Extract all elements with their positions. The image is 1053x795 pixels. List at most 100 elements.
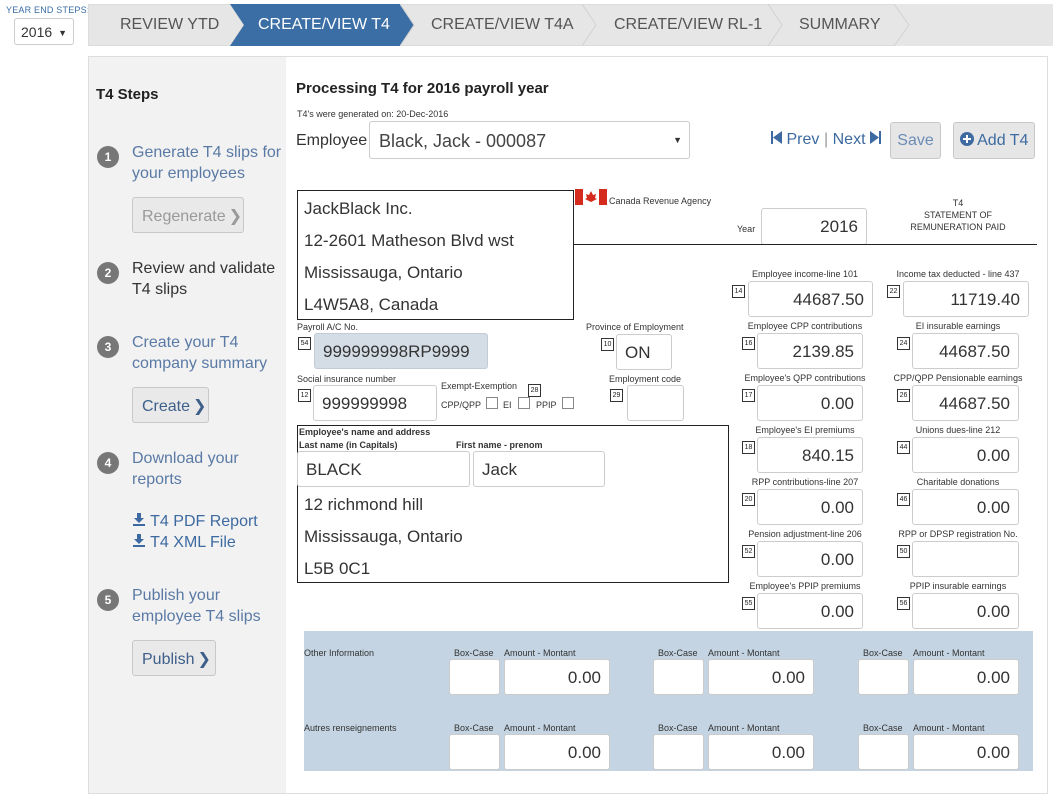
other-box-code-input[interactable] <box>858 659 909 695</box>
step-4-text[interactable]: Download your reports <box>132 448 282 490</box>
other-box-code-input[interactable] <box>449 659 500 695</box>
income-tax-field[interactable]: 11719.40 <box>903 281 1029 317</box>
sin-field[interactable]: 999999998 <box>313 385 437 421</box>
other-box-code-input[interactable] <box>449 734 500 770</box>
tab-summary[interactable]: SUMMARY <box>768 4 913 46</box>
ppip-insurable-field[interactable]: 0.00 <box>912 593 1019 629</box>
amount-label: Amount - Montant <box>504 648 576 658</box>
employee-select[interactable]: Black, Jack - 000087 ▼ <box>369 121 690 159</box>
box-case-label: Box-Case <box>454 648 494 658</box>
caret-down-icon: ▼ <box>58 28 67 38</box>
add-t4-button[interactable]: Add T4 <box>953 122 1035 159</box>
employee-address-line: Mississauga, Ontario <box>304 527 463 546</box>
box-case-label: Box-Case <box>658 648 698 658</box>
exempt-ei-checkbox[interactable] <box>518 397 530 409</box>
exempt-cpp-label: CPP/QPP <box>441 400 482 410</box>
other-amount-input[interactable]: 0.00 <box>913 734 1019 770</box>
t4-xml-file-link[interactable]: T4 XML File <box>132 533 236 552</box>
last-name-label: Last name (in Capitals) <box>299 440 398 450</box>
step-number-3: 3 <box>97 336 119 358</box>
cpp-contributions-field[interactable]: 2139.85 <box>757 333 863 369</box>
regenerate-button[interactable]: Regenerate ❯ <box>132 197 244 233</box>
pension-adjustment-field[interactable]: 0.00 <box>757 541 863 577</box>
employee-label: Employee <box>296 132 368 149</box>
tab-create-view-rl1[interactable]: CREATE/VIEW RL-1 <box>582 4 787 46</box>
step-5-text[interactable]: Publish your employee T4 slips <box>132 585 282 627</box>
exempt-cpp-checkbox[interactable] <box>486 397 498 409</box>
caret-down-icon: ▼ <box>673 135 682 145</box>
box-16-label: Employee CPP contributions <box>747 321 863 331</box>
ei-premiums-field[interactable]: 840.15 <box>757 437 863 473</box>
other-amount-input[interactable]: 0.00 <box>913 659 1019 695</box>
employee-select-value: Black, Jack - 000087 <box>379 131 547 151</box>
sin-label: Social insurance number <box>297 374 397 384</box>
tab-label: SUMMARY <box>799 16 881 33</box>
t4-xml-file-label: T4 XML File <box>150 534 236 551</box>
box-50-label: RPP or DPSP registration No. <box>898 529 1018 539</box>
add-t4-label: Add T4 <box>977 132 1029 149</box>
employment-income-field[interactable]: 44687.50 <box>748 281 873 317</box>
ppip-premiums-field[interactable]: 0.00 <box>757 593 863 629</box>
rpp-contributions-field[interactable]: 0.00 <box>757 489 863 525</box>
first-name-label: First name - prenom <box>456 440 543 450</box>
tab-review-ytd[interactable]: REVIEW YTD <box>88 4 244 46</box>
download-icon <box>133 513 145 526</box>
year-select[interactable]: 2016 ▼ <box>14 18 74 45</box>
tab-create-view-t4a[interactable]: CREATE/VIEW T4A <box>400 4 600 46</box>
rpp-registration-field[interactable] <box>912 541 1019 577</box>
chevron-right-icon: ❯ <box>197 651 211 668</box>
publish-button[interactable]: Publish ❯ <box>132 640 216 676</box>
first-name-field[interactable]: Jack <box>473 451 605 487</box>
next-link[interactable]: | Next <box>824 131 881 149</box>
other-amount-input[interactable]: 0.00 <box>504 734 610 770</box>
create-button[interactable]: Create ❯ <box>132 387 209 423</box>
amount-label: Amount - Montant <box>913 648 985 658</box>
step-1-text[interactable]: Generate T4 slips for your employees <box>132 142 282 184</box>
step-3-text[interactable]: Create your T4 company summary <box>132 332 282 374</box>
payroll-account-field[interactable]: 999999998RP9999 <box>314 333 488 369</box>
prev-link[interactable]: Prev <box>771 131 819 149</box>
sidebar-title: T4 Steps <box>96 86 159 103</box>
qpp-contributions-field[interactable]: 0.00 <box>757 385 863 421</box>
box-20-label: RPP contributions-line 207 <box>751 477 859 487</box>
statement-title-line: T4 <box>952 198 964 208</box>
tab-label: CREATE/VIEW RL-1 <box>614 16 763 33</box>
box-number: 28 <box>528 384 541 397</box>
box-number: 16 <box>742 337 755 350</box>
other-box-code-input[interactable] <box>653 734 704 770</box>
canada-flag-icon <box>575 189 607 205</box>
step-number-2: 2 <box>97 262 119 284</box>
other-box-code-input[interactable] <box>858 734 909 770</box>
box-26-label: CPP/QPP Pensionable earnings <box>893 373 1023 383</box>
save-button[interactable]: Save <box>890 122 941 159</box>
box-number: 20 <box>742 493 755 506</box>
box-number: 55 <box>742 597 755 610</box>
t4-pdf-report-link[interactable]: T4 PDF Report <box>132 512 258 531</box>
chevron-right-icon: ❯ <box>193 398 207 415</box>
box-number: 12 <box>298 389 311 402</box>
box-14-label: Employee income-line 101 <box>751 269 859 279</box>
year-end-steps-label: YEAR END STEPS: <box>6 5 90 15</box>
exempt-ppip-checkbox[interactable] <box>562 397 574 409</box>
box-number: 14 <box>732 285 745 298</box>
box-number: 50 <box>897 545 910 558</box>
charitable-donations-field[interactable]: 0.00 <box>912 489 1019 525</box>
page-title: Processing T4 for 2016 payroll year <box>296 80 549 97</box>
other-amount-input[interactable]: 0.00 <box>504 659 610 695</box>
last-arrow-icon <box>869 131 881 144</box>
other-amount-input[interactable]: 0.00 <box>708 659 814 695</box>
pensionable-earnings-field[interactable]: 44687.50 <box>912 385 1019 421</box>
ei-insurable-field[interactable]: 44687.50 <box>912 333 1019 369</box>
t4-pdf-report-label: T4 PDF Report <box>150 513 258 530</box>
tab-create-view-t4[interactable]: CREATE/VIEW T4 <box>230 4 415 46</box>
exempt-label: Exempt-Exemption <box>441 381 518 391</box>
province-field[interactable]: ON <box>616 334 672 370</box>
last-name-field[interactable]: BLACK <box>297 451 470 487</box>
year-field[interactable]: 2016 <box>761 208 867 245</box>
other-box-code-input[interactable] <box>653 659 704 695</box>
box-55-label: Employee's PPIP premiums <box>749 581 861 591</box>
employment-code-field[interactable] <box>627 385 684 421</box>
union-dues-field[interactable]: 0.00 <box>912 437 1019 473</box>
other-info-label-fr: Autres renseignements <box>304 723 397 733</box>
other-amount-input[interactable]: 0.00 <box>708 734 814 770</box>
